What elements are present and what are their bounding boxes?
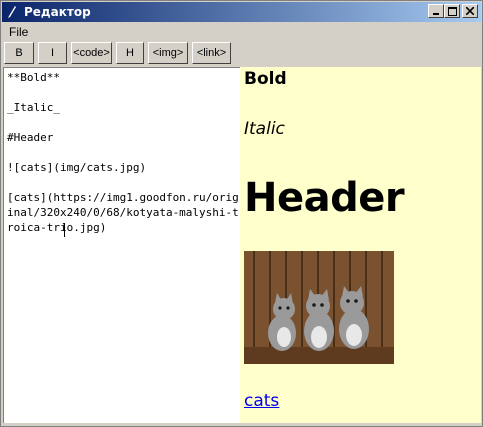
minimize-button[interactable] [428, 4, 444, 18]
preview-bold-text: Bold [244, 69, 287, 89]
text-cursor [64, 223, 65, 237]
menu-bar: File [2, 23, 481, 41]
app-window: Редактор File B I <code> H <img> <link> … [0, 0, 483, 427]
menu-file[interactable]: File [2, 25, 35, 39]
code-button[interactable]: <code> [71, 42, 112, 64]
window-title: Редактор [24, 5, 91, 19]
preview-italic-text: Italic [244, 119, 285, 139]
editor-content[interactable]: **Bold** _Italic_ #Header ![cats](img/ca… [4, 68, 240, 235]
preview-link[interactable]: cats [244, 391, 279, 411]
maximize-icon [447, 6, 457, 16]
close-icon [466, 7, 474, 15]
italic-button[interactable]: I [38, 42, 67, 64]
link-button[interactable]: <link> [192, 42, 231, 64]
preview-header: Header [244, 175, 405, 221]
quill-icon [5, 5, 19, 19]
markdown-editor[interactable]: **Bold** _Italic_ #Header ![cats](img/ca… [3, 67, 240, 423]
header-button[interactable]: H [116, 42, 144, 64]
preview-pane: Bold Italic Header cats [240, 67, 481, 423]
cats-image [244, 251, 394, 364]
minimize-icon [433, 13, 439, 15]
image-button[interactable]: <img> [148, 42, 188, 64]
bold-button[interactable]: B [4, 42, 34, 64]
maximize-button[interactable] [444, 4, 460, 18]
close-button[interactable] [462, 4, 478, 18]
title-bar[interactable]: Редактор [2, 2, 481, 22]
toolbar: B I <code> H <img> <link> [4, 42, 231, 66]
